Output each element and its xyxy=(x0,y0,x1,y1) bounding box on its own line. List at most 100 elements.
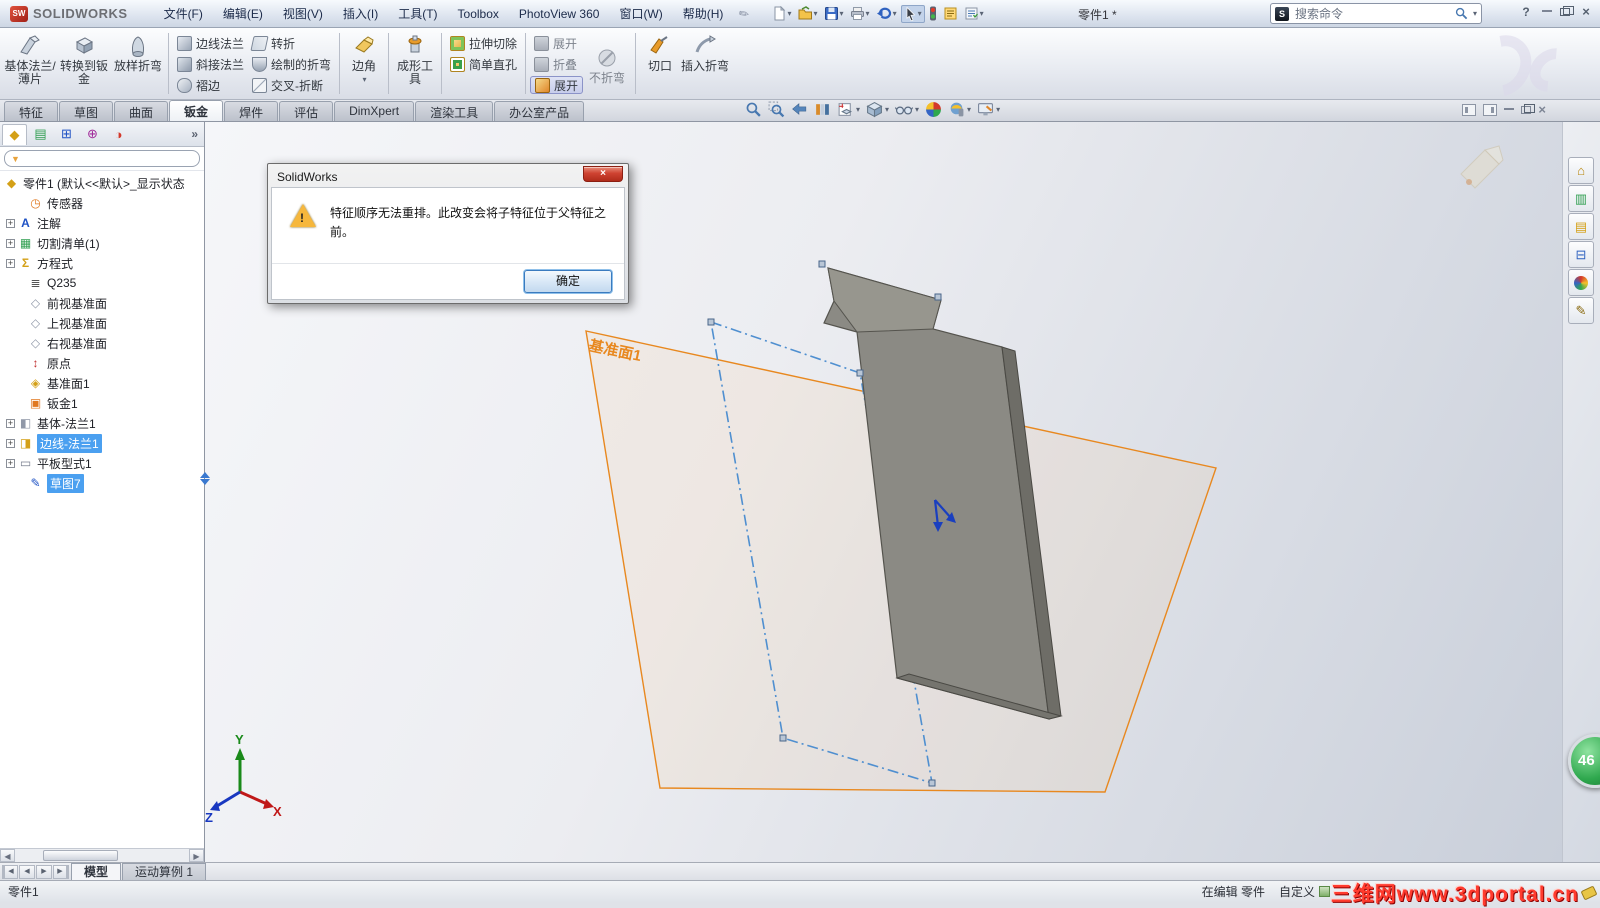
zoom-to-fit-button[interactable] xyxy=(745,101,762,118)
insert-bends-button[interactable]: 插入折弯 xyxy=(680,30,730,97)
rip-button[interactable]: 切口 xyxy=(640,30,680,97)
search-dropdown-icon[interactable]: ▾ xyxy=(1473,9,1477,18)
document-restore-button[interactable] xyxy=(1521,103,1536,114)
save-button[interactable]: ▾ xyxy=(822,5,846,22)
expand-icon[interactable]: + xyxy=(6,418,15,428)
tab-weldments[interactable]: 焊件 xyxy=(224,101,279,121)
tree-item-sheetmetal1[interactable]: ▣ 钣金1 xyxy=(0,393,204,413)
command-search[interactable]: S ▾ xyxy=(1270,3,1482,24)
next-tab-button[interactable]: ▶ xyxy=(36,864,52,879)
prev-tab-button[interactable]: ◀ xyxy=(19,864,35,879)
lofted-bend-button[interactable]: 放样折弯 xyxy=(112,30,164,97)
panel-splitter-handle[interactable] xyxy=(200,467,210,490)
document-close-button[interactable]: × xyxy=(1538,102,1546,117)
tab-office-products[interactable]: 办公室产品 xyxy=(494,101,585,121)
first-tab-button[interactable]: ◀ xyxy=(2,864,18,879)
cross-break-button[interactable]: 交叉-折断 xyxy=(248,76,335,94)
options-button[interactable]: ▾ xyxy=(962,5,986,22)
tab-surfaces[interactable]: 曲面 xyxy=(114,101,169,121)
jog-button[interactable]: 转折 xyxy=(248,34,335,52)
view-orientation-button[interactable]: ▾ xyxy=(837,101,860,118)
undo-button[interactable]: ▾ xyxy=(874,5,899,22)
extruded-cut-button[interactable]: 拉伸切除 xyxy=(446,34,521,52)
tree-item-sensors[interactable]: ◷ 传感器 xyxy=(0,193,204,213)
display-style-button[interactable]: ▾ xyxy=(866,101,889,118)
tree-root[interactable]: ◆ 零件1 (默认<<默认>_显示状态 xyxy=(0,173,204,193)
file-properties-button[interactable] xyxy=(941,5,960,22)
tab-sketch[interactable]: 草图 xyxy=(59,101,114,121)
tree-item-edge-flange1[interactable]: + ◨ 边线-法兰1 xyxy=(0,433,204,453)
flatten-button[interactable]: 展开 xyxy=(530,76,584,94)
hem-button[interactable]: 褶边 xyxy=(173,76,248,94)
dimxpertmanager-tab[interactable]: ⊕ xyxy=(80,124,105,145)
tree-item-right-plane[interactable]: ◇ 右视基准面 xyxy=(0,333,204,353)
forming-tool-button[interactable]: 成形工具 xyxy=(393,30,437,97)
tree-item-annotations[interactable]: + A 注解 xyxy=(0,213,204,233)
menu-tools[interactable]: 工具(T) xyxy=(388,2,447,25)
new-file-button[interactable]: ▾ xyxy=(770,5,794,22)
tree-item-material[interactable]: ≣ Q235 xyxy=(0,273,204,293)
document-minimize-button[interactable] xyxy=(1504,107,1515,110)
previous-view-button[interactable] xyxy=(791,101,808,118)
edge-flange-button[interactable]: 边线法兰 xyxy=(173,34,248,52)
propertymanager-tab[interactable]: ▤ xyxy=(28,124,53,145)
apply-scene-button[interactable]: ▾ xyxy=(948,101,971,118)
menu-edit[interactable]: 编辑(E) xyxy=(213,2,273,25)
ok-button[interactable]: 确定 xyxy=(524,270,612,293)
print-button[interactable]: ▾ xyxy=(848,5,872,22)
tab-sheet-metal[interactable]: 钣金 xyxy=(169,100,224,121)
miter-flange-button[interactable]: 斜接法兰 xyxy=(173,55,248,73)
open-file-button[interactable]: ▾ xyxy=(796,5,820,22)
view-palette-tab[interactable]: ⊟ xyxy=(1568,241,1594,268)
closed-corner-button[interactable]: 边角 ▾ xyxy=(344,30,384,97)
menu-view[interactable]: 视图(V) xyxy=(273,2,333,25)
displaymanager-tab[interactable]: ◑ xyxy=(106,124,131,145)
restore-button[interactable] xyxy=(1560,5,1574,16)
unfold-button[interactable]: 展开 xyxy=(530,34,583,52)
section-view-button[interactable] xyxy=(814,101,831,118)
help-button[interactable]: ? xyxy=(1518,5,1534,19)
tree-filter-input[interactable]: ▼ xyxy=(4,150,200,167)
menu-window[interactable]: 窗口(W) xyxy=(609,2,672,25)
tab-evaluate[interactable]: 评估 xyxy=(279,101,334,121)
last-tab-button[interactable]: ▶ xyxy=(53,864,69,879)
configurationmanager-tab[interactable]: ⊞ xyxy=(54,124,79,145)
split-right-icon[interactable] xyxy=(1483,103,1498,116)
dialog-title-bar[interactable]: SolidWorks × xyxy=(271,166,625,187)
expand-icon[interactable]: + xyxy=(6,458,15,468)
tab-features[interactable]: 特征 xyxy=(4,101,59,121)
menu-insert[interactable]: 插入(I) xyxy=(333,2,388,25)
tree-item-cutlist[interactable]: + ▦ 切割清单(1) xyxy=(0,233,204,253)
no-bends-button[interactable]: 不折弯 xyxy=(583,30,631,97)
minimize-button[interactable] xyxy=(1542,9,1552,12)
tree-item-base-flange1[interactable]: + ◧ 基体-法兰1 xyxy=(0,413,204,433)
tab-render-tools[interactable]: 渲染工具 xyxy=(415,101,494,121)
tree-item-sketch7[interactable]: ✎ 草图7 xyxy=(0,473,204,493)
close-button[interactable]: × xyxy=(1578,4,1594,19)
fold-button[interactable]: 折叠 xyxy=(530,55,583,73)
model-tab[interactable]: 模型 xyxy=(71,863,122,880)
zoom-to-area-button[interactable] xyxy=(768,101,785,118)
view-settings-button[interactable]: ▾ xyxy=(977,101,1000,118)
solidworks-warning-dialog[interactable]: SolidWorks × ! 特征顺序无法重排。此改变会将子特征位于父特征之前。… xyxy=(267,163,629,304)
base-flange-button[interactable]: 基体法兰/薄片 xyxy=(4,30,56,97)
simple-hole-button[interactable]: 简单直孔 xyxy=(446,55,521,73)
edit-appearance-button[interactable] xyxy=(925,101,942,118)
scroll-right-icon[interactable]: ▶ xyxy=(189,849,204,862)
expand-icon[interactable]: + xyxy=(6,438,15,448)
tree-item-plane1[interactable]: ◈ 基准面1 xyxy=(0,373,204,393)
graphics-viewport[interactable]: Y X Z 基准面1 SolidWorks × ! 特征顺序无法重排。此改变会将… xyxy=(205,122,1562,862)
search-input[interactable] xyxy=(1293,5,1451,22)
expand-icon[interactable]: + xyxy=(6,238,15,248)
motion-study-tab[interactable]: 运动算例 1 xyxy=(122,863,207,880)
menu-pin-icon[interactable]: ✎ xyxy=(736,5,752,22)
tree-item-origin[interactable]: ↕ 原点 xyxy=(0,353,204,373)
expand-icon[interactable]: + xyxy=(6,258,15,268)
menu-toolbox[interactable]: Toolbox xyxy=(448,4,509,24)
search-magnifier-icon[interactable] xyxy=(1455,7,1468,20)
scrollbar-thumb[interactable] xyxy=(43,850,118,861)
panel-chevron-icon[interactable]: » xyxy=(191,127,202,141)
status-customize[interactable]: 自定义 xyxy=(1279,883,1330,900)
tree-item-flat-pattern1[interactable]: + ▭ 平板型式1 xyxy=(0,453,204,473)
hide-show-items-button[interactable]: ▾ xyxy=(895,101,919,118)
